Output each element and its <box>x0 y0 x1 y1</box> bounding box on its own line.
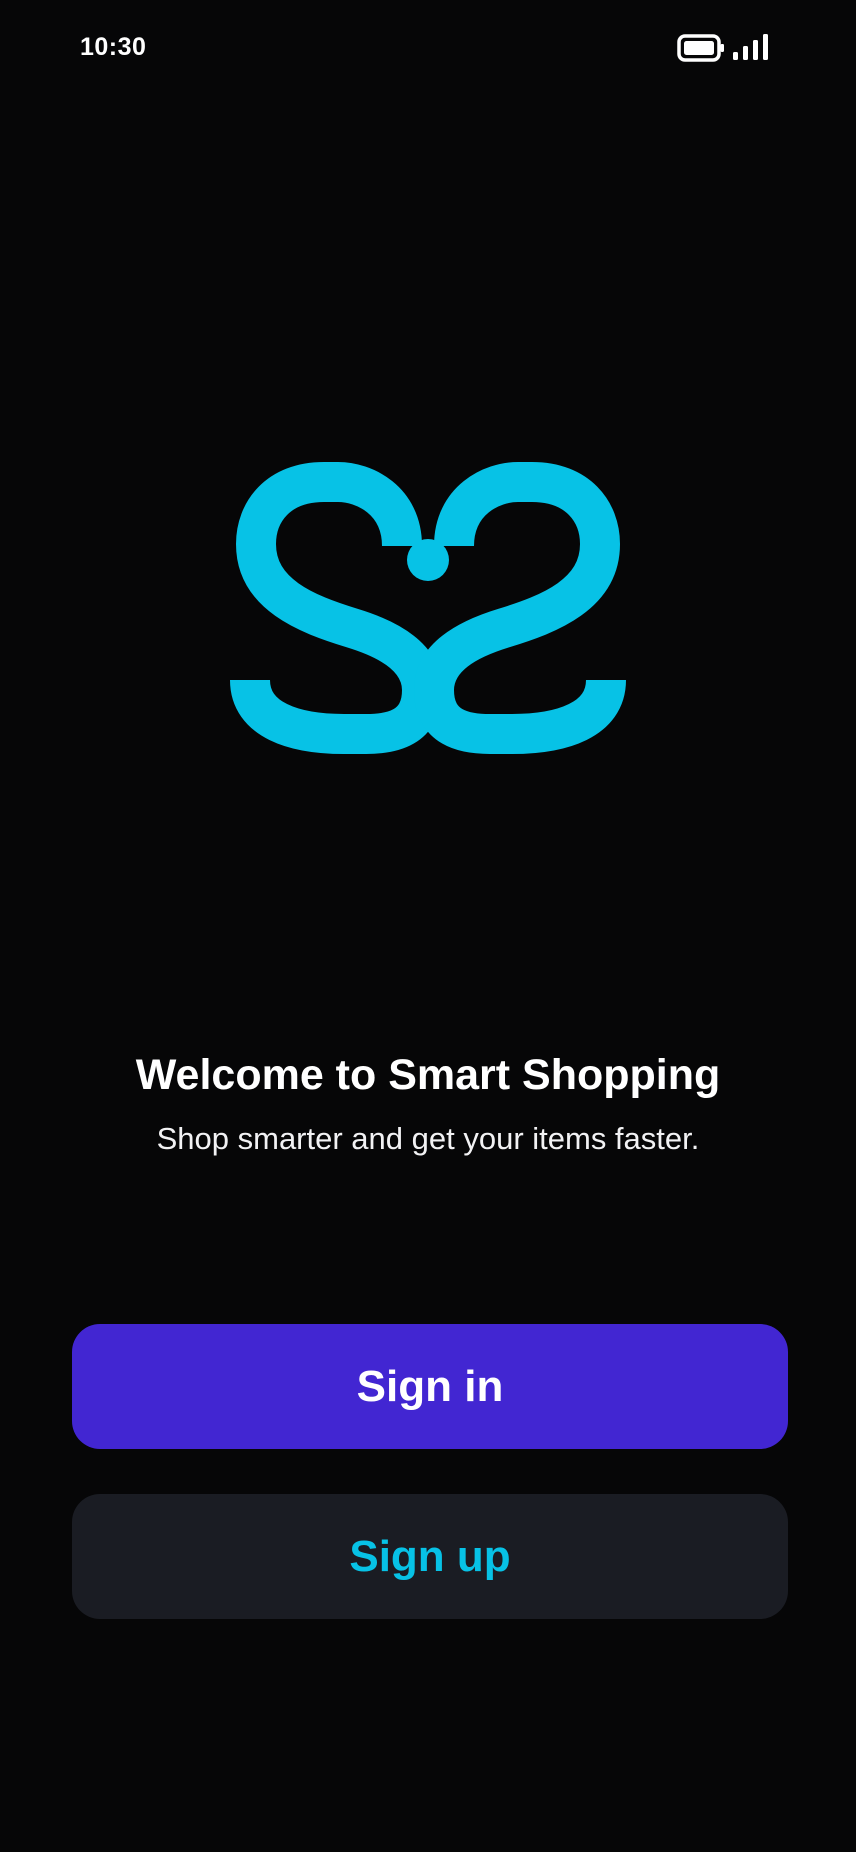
welcome-title: Welcome to Smart Shopping <box>135 1051 721 1099</box>
welcome-subtitle: Shop smarter and get your items faster. <box>156 1121 700 1156</box>
signal-bars-icon <box>733 34 768 60</box>
sign-in-button[interactable]: Sign in <box>72 1324 788 1449</box>
battery-full-icon <box>677 34 724 62</box>
sign-up-button[interactable]: Sign up <box>72 1494 788 1619</box>
status-bar: 10:30 <box>0 0 856 96</box>
status-time: 10:30 <box>80 33 147 61</box>
smart-shopping-logo-icon <box>230 462 626 754</box>
